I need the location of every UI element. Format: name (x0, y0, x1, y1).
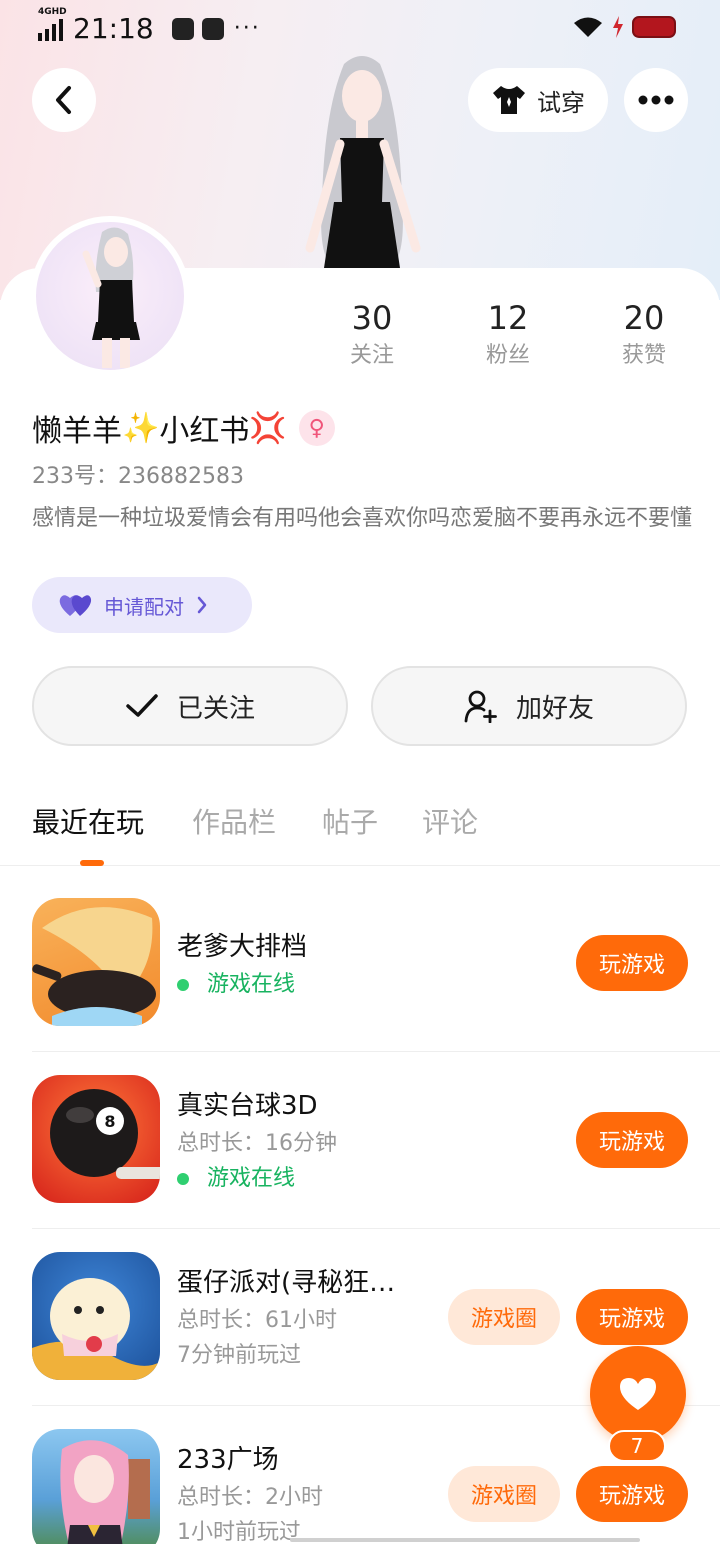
bio: 感情是一种垃圾爱情会有用吗他会喜欢你吗恋爱脑不要再永远不要懂 (32, 506, 693, 531)
anger-emoji: 💢 (249, 410, 287, 446)
online-dot-icon (177, 1173, 189, 1185)
nickname-text-1: 懒羊羊 (32, 414, 122, 449)
svg-text:8: 8 (104, 1112, 115, 1131)
nickname-text-2: 小红书 (159, 414, 250, 449)
try-on-label: 试穿 (537, 88, 585, 117)
stat-label: 关注 (349, 343, 394, 368)
game-name: 蛋仔派对(寻秘狂… (177, 1268, 396, 1298)
play-duration: 总时长：16分钟 (177, 1131, 337, 1156)
female-icon: ♀ (298, 410, 335, 446)
followed-label: 已关注 (176, 693, 255, 724)
last-played: 1小时前玩过 (177, 1520, 301, 1544)
game-icon-billiards: 8 (32, 1075, 160, 1203)
play-game-button[interactable]: 玩游戏 (576, 1466, 688, 1522)
game-name: 真实台球3D (177, 1091, 318, 1121)
avatar-3d-figure (282, 52, 442, 268)
divider (32, 1051, 720, 1052)
wallet-notification-icon (201, 17, 224, 40)
add-friend-label: 加好友 (515, 693, 594, 724)
tab-recently-played[interactable]: 最近在玩 (32, 800, 144, 846)
stat-likes[interactable]: 20 获赞 (584, 296, 704, 372)
game-icon-cooking (32, 898, 160, 1026)
stat-number: 20 (623, 299, 665, 337)
try-on-button[interactable]: 试穿 (468, 68, 608, 132)
online-label: 游戏在线 (207, 972, 296, 997)
stat-following[interactable]: 30 关注 (312, 296, 432, 372)
active-tab-indicator (80, 860, 104, 866)
nickname: 懒羊羊 ✨ 小红书 💢 ♀ (32, 404, 335, 452)
tab-comments[interactable]: 评论 (422, 800, 478, 846)
play-game-button[interactable]: 玩游戏 (576, 1289, 688, 1345)
play-game-button[interactable]: 玩游戏 (576, 1112, 688, 1168)
network-type: 4GHD (38, 6, 67, 17)
floating-like-button[interactable] (590, 1346, 686, 1442)
followed-button[interactable]: 已关注 (32, 666, 348, 746)
wifi-icon (574, 17, 602, 37)
clock: 21:18 (73, 12, 154, 45)
hearts-icon (59, 595, 92, 616)
more-dots-icon (638, 95, 674, 105)
avatar-figure (82, 227, 140, 368)
game-icon-233-plaza (32, 1429, 160, 1544)
charging-icon (613, 16, 623, 38)
request-pair-button[interactable]: 申请配对 (32, 577, 252, 633)
list-item[interactable]: 8 真实台球3D 总时长：16分钟 游戏在线 玩游戏 (32, 1053, 720, 1229)
home-indicator (290, 1538, 640, 1542)
stat-label: 粉丝 (485, 343, 530, 368)
app-notification-icon (171, 17, 194, 40)
game-circle-button[interactable]: 游戏圈 (448, 1289, 560, 1345)
profile-tabs: 最近在玩 作品栏 帖子 评论 (0, 800, 720, 866)
stat-number: 30 (351, 299, 393, 337)
like-count-badge: 7 (608, 1430, 666, 1462)
add-user-icon (464, 690, 497, 723)
online-status: 游戏在线 (177, 968, 295, 1002)
stat-number: 12 (487, 299, 529, 337)
checkmark-icon (126, 694, 158, 717)
game-icon-eggy-party (32, 1252, 160, 1380)
chevron-left-icon (56, 86, 71, 114)
last-played: 7分钟前玩过 (177, 1343, 301, 1368)
signal-icon: 4GHD (38, 7, 67, 41)
game-name: 老爹大排档 (177, 932, 308, 962)
game-circle-button[interactable]: 游戏圈 (448, 1466, 560, 1522)
play-game-button[interactable]: 玩游戏 (576, 935, 688, 991)
heart-icon (620, 1378, 656, 1410)
back-button[interactable] (32, 68, 96, 132)
play-duration: 总时长：2小时 (177, 1485, 323, 1510)
tab-posts[interactable]: 帖子 (322, 800, 378, 846)
battery-icon (632, 16, 676, 38)
stat-label: 获赞 (621, 343, 666, 368)
avatar[interactable] (30, 216, 190, 376)
status-bar: 4GHD 21:18 ··· (0, 0, 720, 58)
stat-fans[interactable]: 12 粉丝 (448, 296, 568, 372)
game-name: 233广场 (177, 1445, 279, 1475)
user-id[interactable]: 233号：236882583 (32, 460, 244, 494)
tshirt-icon (493, 86, 525, 114)
request-pair-label: 申请配对 (104, 594, 184, 619)
chevron-right-icon (197, 596, 207, 614)
sparkle-emoji: ✨ (122, 410, 160, 446)
play-duration: 总时长：61小时 (177, 1308, 337, 1333)
add-friend-button[interactable]: 加好友 (371, 666, 687, 746)
online-dot-icon (177, 979, 189, 991)
list-item[interactable]: 老爹大排档 游戏在线 玩游戏 (32, 876, 720, 1052)
divider (32, 1228, 720, 1229)
online-status: 游戏在线 (177, 1162, 295, 1196)
more-options-button[interactable] (624, 68, 688, 132)
more-notifications-icon: ··· (233, 16, 261, 41)
online-label: 游戏在线 (207, 1166, 296, 1191)
tab-works[interactable]: 作品栏 (192, 800, 276, 846)
